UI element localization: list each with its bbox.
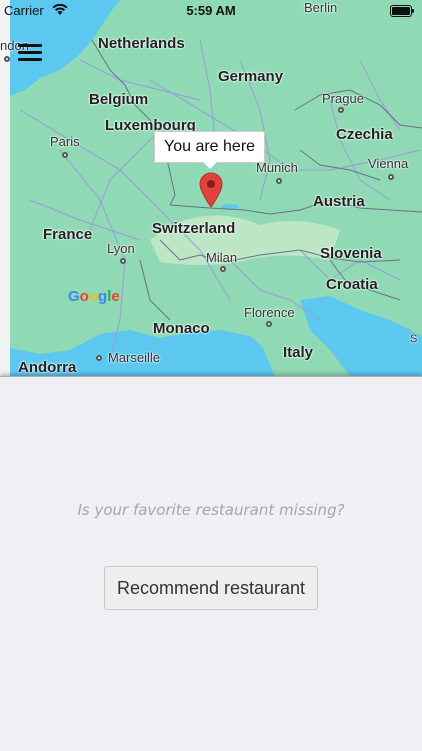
- city-label-florence: Florence: [244, 305, 295, 320]
- country-label-netherlands: Netherlands: [98, 35, 185, 52]
- status-time: 5:59 AM: [186, 3, 236, 18]
- city-dot-marseille: [96, 355, 102, 361]
- country-label-italy: Italy: [283, 344, 314, 361]
- country-label-croatia: Croatia: [326, 276, 378, 293]
- city-label-marseille: Marseille: [108, 350, 161, 365]
- city-label-paris: Paris: [50, 134, 80, 149]
- city-label-vienna: Vienna: [368, 156, 409, 171]
- location-pin-icon[interactable]: [199, 172, 223, 208]
- country-label-belgium: Belgium: [89, 91, 149, 108]
- city-label-prague: Prague: [322, 91, 364, 106]
- country-label-switzerland: Switzerland: [152, 220, 236, 237]
- country-label-slovenia: Slovenia: [320, 245, 382, 262]
- recommend-restaurant-button[interactable]: Recommend restaurant: [104, 566, 318, 610]
- country-label-austria: Austria: [313, 193, 365, 210]
- country-label-monaco: Monaco: [153, 320, 210, 337]
- city-dot-prague: [338, 107, 344, 113]
- city-dot-vienna: [388, 174, 394, 180]
- city-dot-lyon: [120, 258, 126, 264]
- battery-icon: [390, 5, 414, 17]
- country-label-andorra: Andorra: [18, 359, 77, 376]
- map-corner-mark: S: [410, 333, 418, 345]
- city-dot-paris: [62, 152, 68, 158]
- city-dot-florence: [266, 321, 272, 327]
- country-label-france: France: [43, 226, 93, 243]
- status-bar: Carrier 5:59 AM: [0, 0, 422, 22]
- bottom-panel: Is your favorite restaurant missing? Rec…: [0, 376, 422, 751]
- country-label-czechia: Czechia: [336, 126, 393, 143]
- city-dot-london: [4, 56, 10, 62]
- city-dot-milan: [220, 266, 226, 272]
- google-logo: Google: [68, 288, 120, 305]
- country-label-germany: Germany: [218, 68, 284, 85]
- you-are-here-callout[interactable]: You are here: [154, 131, 266, 169]
- map-view[interactable]: Netherlands Germany Belgium Luxembourg C…: [0, 0, 422, 376]
- city-dot-munich: [276, 178, 282, 184]
- city-label-lyon: Lyon: [107, 241, 135, 256]
- city-label-milan: Milan: [206, 250, 238, 265]
- missing-restaurant-prompt: Is your favorite restaurant missing?: [77, 501, 345, 519]
- hamburger-menu-icon[interactable]: [18, 42, 44, 64]
